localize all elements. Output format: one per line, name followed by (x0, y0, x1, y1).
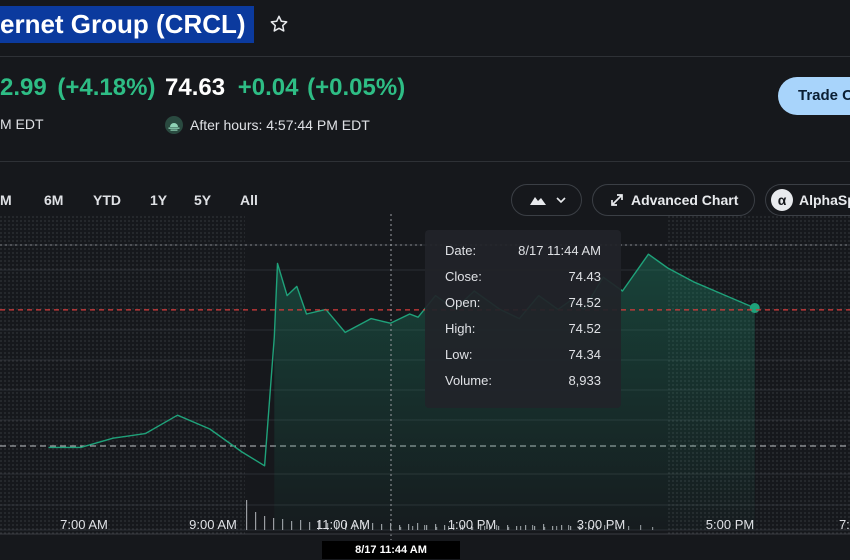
page-title: ernet Group (CRCL) (0, 5, 254, 43)
alphaspread-label: AlphaSp (799, 192, 850, 208)
moon-sunset-icon (165, 116, 183, 134)
regular-change-percent: (+4.18%) (57, 74, 156, 101)
tab-range-ytd[interactable]: YTD (93, 192, 121, 208)
chart-type-dropdown[interactable] (511, 184, 582, 216)
after-hours-label: After hours: 4:57:44 PM EDT (190, 117, 370, 133)
tooltip-row-open: Open: 74.52 (445, 295, 601, 310)
mountain-chart-icon (529, 194, 547, 206)
last-price-dot (749, 303, 760, 314)
tooltip-row-date: Date: 8/17 11:44 AM (445, 243, 601, 258)
header-divider (0, 56, 850, 57)
tooltip-row-volume: Volume: 8,933 (445, 373, 601, 388)
alpha-logo-icon: α (771, 189, 793, 211)
title-row: ernet Group (CRCL) (0, 5, 290, 43)
after-hours-change: +0.04 (237, 74, 299, 101)
x-tick-label: 7:0 (839, 517, 850, 532)
x-tick-label: 7:00 AM (60, 517, 108, 532)
volume-bar (255, 512, 257, 530)
premarket-shading (0, 214, 245, 534)
x-tick-label: 1:00 PM (448, 517, 496, 532)
quote-divider (0, 161, 850, 162)
chevron-down-icon (556, 196, 566, 204)
x-tick-label: 9:00 AM (189, 517, 237, 532)
volume-bar (246, 500, 248, 530)
after-hours-time: After hours: 4:57:44 PM EDT (165, 116, 370, 134)
regular-time: M EDT (0, 116, 44, 132)
expand-arrows-icon (610, 193, 624, 207)
regular-quote: 2.99 (+4.18%) (0, 74, 155, 108)
alphaspread-button[interactable]: α AlphaSp (765, 184, 850, 216)
tab-range-5y[interactable]: 5Y (194, 192, 211, 208)
volume-bar (264, 516, 266, 530)
price-tooltip: Date: 8/17 11:44 AM Close: 74.43 Open: 74.5… (425, 230, 621, 408)
tab-range-6m[interactable]: 6M (44, 192, 63, 208)
crosshair-time-label: 8/17 11:44 AM (322, 541, 460, 559)
after-hours-quote: 74.63 +0.04 (+0.05%) (165, 74, 405, 108)
advanced-chart-button[interactable]: Advanced Chart (592, 184, 755, 216)
trade-button[interactable]: Trade C (778, 77, 850, 115)
x-tick-label: 11:00 AM (316, 517, 370, 532)
advanced-chart-label: Advanced Chart (631, 192, 739, 208)
regular-change-value: 2.99 (0, 74, 47, 101)
tooltip-row-high: High: 74.52 (445, 321, 601, 336)
tab-range-1y[interactable]: 1Y (150, 192, 167, 208)
tooltip-row-close: Close: 74.43 (445, 269, 601, 284)
after-hours-change-percent: (+0.05%) (307, 74, 406, 101)
star-icon[interactable] (268, 13, 290, 35)
after-hours-price: 74.63 (165, 74, 226, 101)
x-tick-label: 3:00 PM (577, 517, 625, 532)
tooltip-row-low: Low: 74.34 (445, 347, 601, 362)
tab-range-1m[interactable]: M (0, 192, 12, 208)
tab-range-all[interactable]: All (240, 192, 258, 208)
x-tick-label: 5:00 PM (706, 517, 754, 532)
volume-bar (273, 518, 275, 530)
